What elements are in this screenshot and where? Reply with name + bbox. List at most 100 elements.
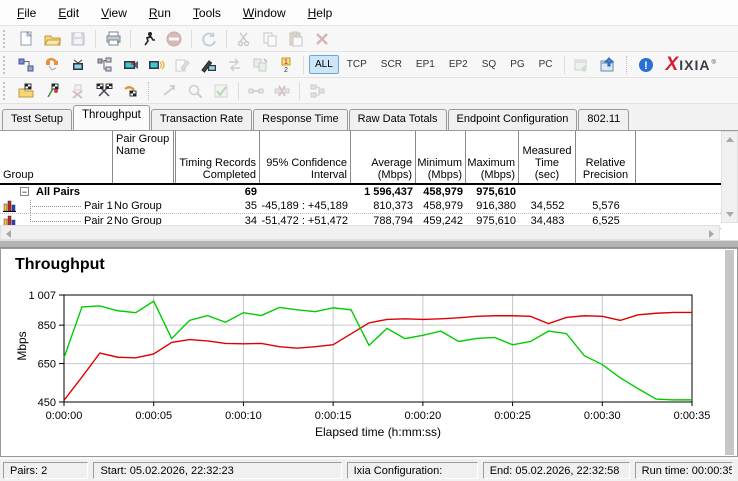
menu-file[interactable]: File — [6, 2, 47, 24]
link-pairs-icon[interactable] — [243, 80, 269, 102]
filter-pc-button[interactable]: PC — [533, 55, 559, 74]
collapse-toggle[interactable]: − — [20, 187, 29, 196]
tab-transaction-rate[interactable]: Transaction Rate — [151, 109, 252, 130]
column-header-group[interactable]: Group — [0, 131, 113, 183]
toolbar-separator — [95, 30, 96, 48]
print-icon[interactable] — [100, 28, 126, 50]
zoom-results-icon[interactable] — [182, 80, 208, 102]
edit-endpoint-icon[interactable] — [195, 54, 221, 76]
new-results-icon[interactable] — [13, 80, 39, 102]
endpoint-12-toggle-icon[interactable]: 12 — [273, 54, 299, 76]
add-pair-icon[interactable] — [13, 54, 39, 76]
column-header-relative-precision[interactable]: Relative Precision — [576, 131, 636, 183]
dial-pairs-icon[interactable] — [39, 54, 65, 76]
menu-window[interactable]: Window — [232, 2, 297, 24]
add-video-pair-icon[interactable] — [117, 54, 143, 76]
export-window-icon[interactable] — [569, 54, 595, 76]
cell-pair-group-name — [113, 185, 176, 199]
table-vertical-scrollbar[interactable] — [721, 131, 738, 223]
add-multicast-group-icon[interactable] — [143, 54, 169, 76]
tab-raw-data-totals[interactable]: Raw Data Totals — [349, 109, 447, 130]
tab-80211[interactable]: 802.11 — [578, 109, 629, 130]
filter-scr-button[interactable]: SCR — [375, 55, 408, 74]
filter-sq-button[interactable]: SQ — [476, 55, 502, 74]
info-icon[interactable]: ! — [634, 54, 660, 76]
verify-results-icon[interactable] — [208, 80, 234, 102]
tree-view-icon[interactable] — [91, 54, 117, 76]
scroll-right-button[interactable] — [704, 226, 719, 241]
column-header-timing-records[interactable]: Timing Records Completed — [176, 131, 260, 183]
svg-text:850: 850 — [38, 320, 56, 332]
toolbar-grip[interactable] — [3, 82, 8, 100]
filter-ep2-button[interactable]: EP2 — [443, 55, 474, 74]
run-test-icon[interactable] — [135, 28, 161, 50]
column-header-maximum[interactable]: Maximum (Mbps) — [466, 131, 519, 183]
tab-throughput[interactable]: Throughput — [73, 105, 150, 130]
svg-text:0:00:05: 0:00:05 — [135, 410, 172, 422]
rerun-test-icon[interactable] — [156, 80, 182, 102]
ixia-logo: X IXIA ® — [666, 57, 716, 73]
scroll-down-button[interactable] — [722, 207, 737, 222]
table-horizontal-scrollbar[interactable] — [0, 225, 720, 240]
ixia-logo-name: IXIA — [679, 57, 710, 73]
replicate-pair-icon[interactable] — [247, 54, 273, 76]
delete-icon[interactable] — [309, 28, 335, 50]
tab-endpoint-configuration[interactable]: Endpoint Configuration — [448, 109, 578, 130]
cell-confidence: -45,189 : +45,189 — [260, 199, 351, 213]
filter-pg-button[interactable]: PG — [504, 55, 530, 74]
open-test-icon[interactable] — [39, 28, 65, 50]
filter-ep1-button[interactable]: EP1 — [410, 55, 441, 74]
scroll-left-button[interactable] — [1, 226, 16, 241]
import-window-icon[interactable] — [595, 54, 621, 76]
results-tab-bar: Test Setup Throughput Transaction Rate R… — [0, 104, 738, 130]
svg-text:1 007: 1 007 — [28, 290, 56, 302]
scroll-up-button[interactable] — [722, 132, 737, 147]
toolbar-results — [0, 78, 738, 104]
toolbar-standard — [0, 26, 738, 52]
tab-response-time[interactable]: Response Time — [253, 109, 347, 130]
toolbar-separator — [238, 82, 239, 100]
menu-run[interactable]: Run — [138, 2, 182, 24]
filter-all-button[interactable]: ALL — [309, 55, 339, 74]
column-header-pair-group-name[interactable]: Pair Group Name — [113, 131, 176, 183]
column-header-minimum[interactable]: Minimum (Mbps) — [416, 131, 466, 183]
toolbar-grip[interactable] — [3, 56, 8, 74]
menu-edit[interactable]: Edit — [47, 2, 90, 24]
column-header-confidence[interactable]: 95% Confidence Interval — [260, 131, 351, 183]
add-endpoint-pair-icon[interactable] — [65, 54, 91, 76]
copy-icon[interactable] — [257, 28, 283, 50]
toolbar-separator — [130, 30, 131, 48]
toolbar-pairs: 12 ALL TCP SCR EP1 EP2 SQ PG PC ! X IXIA… — [0, 52, 738, 78]
toolbar-grip[interactable] — [3, 30, 8, 48]
tab-test-setup[interactable]: Test Setup — [2, 109, 72, 130]
group-pairs-icon[interactable] — [304, 80, 330, 102]
status-bar: Pairs: 2 Start: 05.02.2026, 22:32:23 Ixi… — [0, 458, 738, 481]
stop-test-icon[interactable] — [161, 28, 187, 50]
pair-label: Pair 1 — [84, 199, 113, 213]
edit-pair-icon[interactable] — [169, 54, 195, 76]
column-header-measured-time[interactable]: Measured Time (sec) — [519, 131, 576, 183]
splitter[interactable] — [0, 240, 738, 248]
column-header-average[interactable]: Average (Mbps) — [351, 131, 416, 183]
compare-multiple-icon[interactable] — [91, 80, 117, 102]
save-test-icon[interactable] — [65, 28, 91, 50]
cell-timing-records: 35 — [176, 199, 260, 213]
dial-results-icon[interactable] — [117, 80, 143, 102]
table-row-all-pairs[interactable]: − All Pairs 69 1 596,437 458,979 975,610 — [0, 185, 721, 199]
cell-maximum: 975,610 — [466, 185, 519, 199]
filter-tcp-button[interactable]: TCP — [341, 55, 373, 74]
reload-test-icon[interactable] — [196, 28, 222, 50]
table-row-pair-1[interactable]: Pair 1 No Group 35 -45,189 : +45,189 810… — [0, 199, 721, 214]
svg-text:0:00:10: 0:00:10 — [225, 410, 262, 422]
unlink-pairs-icon[interactable] — [269, 80, 295, 102]
menu-help[interactable]: Help — [297, 2, 344, 24]
pair-chart-icon — [3, 200, 16, 213]
menu-tools[interactable]: Tools — [182, 2, 232, 24]
menu-view[interactable]: View — [90, 2, 138, 24]
new-test-icon[interactable] — [13, 28, 39, 50]
swap-endpoints-icon[interactable] — [221, 54, 247, 76]
cut-icon[interactable] — [231, 28, 257, 50]
compare-results-icon[interactable] — [39, 80, 65, 102]
close-results-icon[interactable] — [65, 80, 91, 102]
paste-icon[interactable] — [283, 28, 309, 50]
